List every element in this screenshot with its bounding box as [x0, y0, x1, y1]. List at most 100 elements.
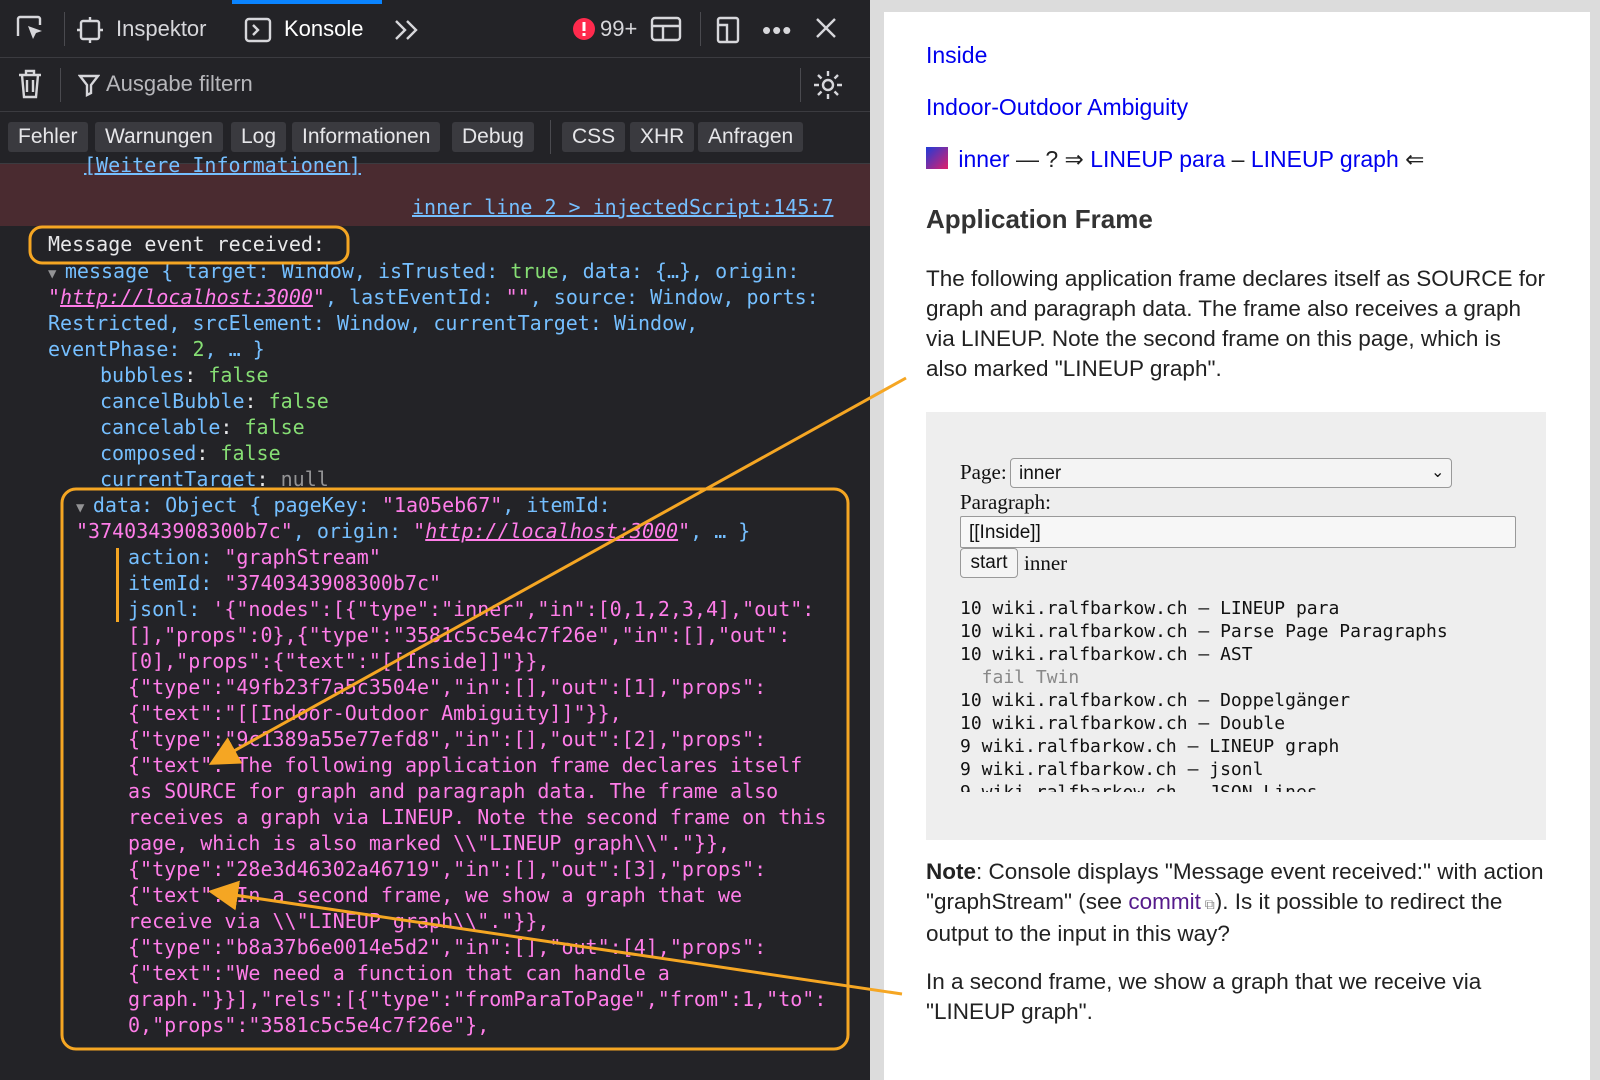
error-icon[interactable] [572, 17, 596, 46]
log-line: 10 wiki.ralfbarkow.ch — Double [960, 713, 1286, 734]
jsonl-line: {"text":"[[Indoor-Outdoor Ambiguity]]"}}… [128, 701, 622, 725]
prop-cancel-bubble: cancelBubble: false [100, 389, 329, 413]
prop-current-target: currentTarget: null [100, 467, 329, 491]
inspector-icon [76, 16, 104, 49]
filter-css-button[interactable]: CSS [562, 122, 626, 152]
more-tools-chevron-icon[interactable] [392, 16, 422, 49]
filter-log-button[interactable]: Log [231, 122, 287, 152]
message-object-line-3: Restricted, srcElement: Window, currentT… [48, 311, 699, 335]
page-select[interactable]: inner ⌄ [1010, 458, 1452, 488]
note-paragraph: Note: Console displays "Message event re… [926, 859, 1544, 946]
log-line: 10 wiki.ralfbarkow.ch — LINEUP para [960, 598, 1340, 619]
message-object-line-2: "http://localhost:3000", lastEventId: ""… [48, 285, 819, 309]
devtools-panel: Inspektor Konsole 99+ ••• Ausgabe filter… [0, 0, 870, 1080]
message-event-header: Message event received: [48, 232, 325, 256]
log-line: fail Twin [960, 667, 1080, 688]
console-icon [244, 16, 272, 49]
prop-cancelable: cancelable: false [100, 415, 305, 439]
filter-debug-button[interactable]: Debug [452, 122, 534, 152]
jsonl-line: 0,"props":"3581c5c5e4c7f26e"}, [128, 1013, 490, 1037]
log-line: 9 wiki.ralfbarkow.ch — JSON Lines [960, 781, 1318, 792]
page-label: Page: [960, 460, 1007, 484]
filter-warnings-button[interactable]: Warnungen [95, 122, 223, 152]
jsonl-line: as SOURCE for graph and paragraph data. … [128, 779, 779, 803]
data-action: action: "graphStream" [128, 545, 381, 569]
highlight-bar [116, 548, 119, 622]
jsonl-line: {"type":"28e3d46302a46719","in":[],"out"… [128, 857, 767, 881]
wiki-page: Inside Indoor-Outdoor Ambiguity inner — … [884, 12, 1590, 1080]
origin-url-link[interactable]: http://localhost:3000 [60, 285, 313, 309]
expand-triangle-icon[interactable]: ▼ [76, 500, 93, 516]
prop-bubbles: bubbles: false [100, 363, 269, 387]
jsonl-line: {"type":"9c1389a55e77efd8","in":[],"out"… [128, 727, 767, 751]
filter-requests-button[interactable]: Anfragen [698, 122, 804, 152]
log-line: 10 wiki.ralfbarkow.ch — Doppelgänger [960, 690, 1351, 711]
filter-info-button[interactable]: Informationen [292, 122, 441, 152]
message-object-line[interactable]: ▼ message { target: Window, isTrusted: t… [48, 258, 799, 284]
jsonl-line: receives a graph via LINEUP. Note the se… [128, 805, 827, 829]
trash-icon[interactable] [16, 68, 44, 105]
jsonl-line: {"text":"We need a function that can han… [128, 961, 670, 985]
element-picker-icon[interactable] [14, 14, 46, 49]
application-frame: Page: inner ⌄ Paragraph: [[Inside]] star… [926, 412, 1546, 840]
split-console-icon[interactable] [650, 15, 682, 48]
source-location-link[interactable]: inner line 2 > injectedScript:145:7 [412, 194, 833, 220]
chevron-down-icon: ⌄ [1431, 464, 1445, 481]
data-item-id: itemId: "3740343908300b7c" [128, 571, 442, 595]
filter-output-input[interactable]: Ausgabe filtern [106, 71, 253, 97]
second-frame-paragraph: In a second frame, we show a graph that … [926, 969, 1482, 1024]
paragraph-label: Paragraph: [960, 490, 1051, 514]
responsive-design-icon[interactable] [712, 15, 744, 50]
filter-icon [77, 73, 101, 102]
data-object-line[interactable]: ▼ data: Object { pageKey: "1a05eb67", it… [76, 492, 611, 518]
link-inner[interactable]: inner [958, 146, 1009, 172]
more-info-link[interactable]: [Weitere Informationen] [84, 152, 361, 178]
error-count[interactable]: 99+ [600, 16, 637, 42]
jsonl-line: {"type":"b8a37b6e0014e5d2","in":[],"out"… [128, 935, 767, 959]
settings-gear-icon[interactable] [812, 69, 844, 106]
start-button[interactable]: start [960, 548, 1018, 578]
data-object-line-2: "3740343908300b7c", origin: "http://loca… [76, 519, 751, 543]
jsonl-line: [0],"props":{"text":"[[Inside]]"}}, [128, 649, 550, 673]
devtools-tab-bar: Inspektor Konsole 99+ ••• [0, 0, 870, 58]
start-status: inner [1024, 551, 1068, 575]
expand-triangle-icon[interactable]: ▼ [48, 266, 65, 282]
filter-xhr-button[interactable]: XHR [630, 122, 695, 152]
jsonl-line: page, which is also marked \\"LINEUP gra… [128, 831, 731, 855]
close-icon[interactable] [812, 14, 840, 47]
intro-paragraph: The following application frame declares… [926, 266, 1546, 381]
console-output: [Weitere Informationen] inner line 2 > i… [0, 153, 870, 1080]
jsonl-line: {"text":"The following application frame… [128, 753, 803, 777]
link-indoor-outdoor[interactable]: Indoor-Outdoor Ambiguity [926, 94, 1188, 121]
jsonl-line: graph."}}],"rels":[{"type":"fromParaToPa… [128, 987, 827, 1011]
tab-inspector[interactable]: Inspektor [76, 0, 226, 58]
jsonl-line: receive via \\"LINEUP graph\\"."}}, [128, 909, 550, 933]
link-lineup-para[interactable]: LINEUP para [1090, 146, 1225, 172]
page-flag-icon [926, 147, 948, 169]
lineup-links-row: inner — ? ⇒ LINEUP para – LINEUP graph ⇐ [926, 146, 1424, 173]
external-link-icon: ⧉ [1200, 896, 1215, 912]
message-object-line-4: eventPhase: 2, … } [48, 337, 265, 361]
log-line: 10 wiki.ralfbarkow.ch — AST [960, 644, 1253, 665]
paragraph-input[interactable]: [[Inside]] [960, 516, 1516, 548]
log-line: 9 wiki.ralfbarkow.ch — jsonl [960, 759, 1264, 780]
jsonl-line: {"text":"In a second frame, we show a gr… [128, 883, 743, 907]
tab-console-label: Konsole [284, 16, 364, 41]
jsonl-line: {"type":"49fb23f7a5c3504e","in":[],"out"… [128, 675, 767, 699]
prop-composed: composed: false [100, 441, 281, 465]
filter-errors-button[interactable]: Fehler [8, 122, 88, 152]
data-origin-url-link[interactable]: http://localhost:3000 [425, 519, 678, 543]
commit-link[interactable]: commit [1128, 889, 1201, 914]
tab-console[interactable]: Konsole [232, 0, 382, 58]
page-heading: Application Frame [926, 204, 1153, 234]
log-line: 10 wiki.ralfbarkow.ch — Parse Page Parag… [960, 621, 1448, 642]
log-line: 9 wiki.ralfbarkow.ch — LINEUP graph [960, 736, 1340, 757]
data-jsonl-key: jsonl: '{"nodes":[{"type":"inner","in":[… [128, 597, 815, 621]
tab-inspector-label: Inspektor [116, 16, 207, 41]
console-filter-bar: Ausgabe filtern [0, 58, 870, 112]
link-lineup-graph[interactable]: LINEUP graph [1251, 146, 1399, 172]
more-options-icon[interactable]: ••• [762, 15, 792, 46]
source-location-text: inner line 2 > injectedScript:145:7 [412, 195, 834, 219]
link-inside[interactable]: Inside [926, 42, 987, 69]
frame-log: 10 wiki.ralfbarkow.ch — LINEUP para 10 wi… [926, 597, 1546, 792]
